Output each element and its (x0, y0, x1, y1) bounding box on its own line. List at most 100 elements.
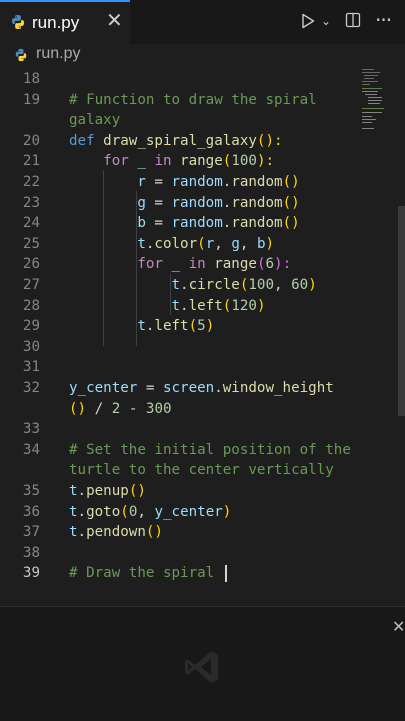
code-line[interactable]: 29 t.left(5) (0, 316, 360, 337)
code-token: for (69, 256, 172, 273)
code-text: t.circle(100, 60) (69, 275, 317, 296)
code-line[interactable]: 33 (0, 419, 360, 440)
code-token: _ (171, 256, 189, 273)
code-token: goto (86, 503, 121, 520)
line-number: 33 (22, 421, 40, 438)
line-number: 32 (22, 380, 40, 396)
code-token: t (69, 318, 146, 335)
code-token: range (214, 256, 257, 273)
code-line[interactable]: 18 (0, 69, 360, 90)
code-line[interactable]: 35 t.penup() (0, 481, 360, 502)
code-token: ) (265, 235, 275, 252)
code-token: t (69, 235, 146, 252)
code-token: g (231, 235, 240, 252)
code-text: () / 2 - 300 (69, 399, 172, 420)
code-text: galaxy (69, 110, 120, 131)
code-line[interactable]: 32 y_center = screen.window_height (0, 378, 360, 399)
line-number: 36 (22, 503, 40, 520)
code-text: t.left(5) (69, 316, 214, 337)
code-text: turtle to the center vertically (69, 460, 334, 481)
code-line[interactable]: 25 t.color(r, g, b) (0, 234, 360, 255)
code-token: 300 (145, 400, 172, 417)
code-text: r = random.random() (69, 172, 300, 193)
code-text: y_center = screen.window_height (69, 378, 334, 399)
tab-run-py[interactable]: run.py ✕ (0, 0, 130, 44)
code-token: r (69, 174, 155, 190)
code-token: () (128, 483, 146, 499)
code-line[interactable]: 22 r = random.random() (0, 172, 360, 193)
code-token: () (145, 524, 163, 541)
code-token: ( (120, 503, 129, 520)
code-token: random (231, 174, 283, 190)
code-token: ): (256, 153, 275, 170)
code-token: 2 (111, 400, 129, 417)
code-line[interactable]: 34 # Set the initial position of the (0, 440, 360, 461)
code-token: 60 (291, 277, 309, 293)
code-line[interactable]: 21 for _ in range(100): (0, 151, 360, 172)
line-number: 25 (22, 235, 40, 252)
code-text: # Set the initial position of the (69, 440, 351, 461)
code-line[interactable]: 36 t.goto(0, y_center) (0, 502, 360, 523)
code-line[interactable]: 20 def draw_spiral_galaxy(): (0, 131, 360, 152)
code-text: t.pendown() (69, 522, 163, 543)
code-text: t.penup() (69, 481, 146, 502)
code-token: ( (188, 318, 198, 335)
code-line[interactable]: 39 # Draw the spiral (0, 563, 360, 584)
vscode-logo-icon (185, 651, 218, 683)
code-token: . (214, 380, 223, 396)
code-token: draw_spiral_galaxy (103, 132, 257, 149)
more-actions-icon[interactable]: ··· (375, 8, 392, 32)
code-line[interactable]: 24 b = random.random() (0, 213, 360, 234)
line-number: 20 (22, 132, 40, 149)
code-line[interactable]: 23 g = random.random() (0, 193, 360, 214)
code-token: color (154, 235, 198, 252)
play-icon[interactable] (301, 13, 315, 29)
chevron-down-icon[interactable]: ⌄ (321, 14, 331, 28)
code-token: ) (205, 318, 215, 335)
code-line[interactable]: 37 t.pendown() (0, 522, 360, 543)
code-token: ): (274, 256, 292, 273)
code-text: t.left(120) (69, 296, 265, 317)
code-line[interactable]: 26 for _ in range(6): (0, 254, 360, 275)
code-token: , (137, 503, 155, 520)
code-line[interactable]: galaxy (0, 110, 360, 131)
code-token: galaxy (69, 112, 121, 129)
close-icon[interactable]: ✕ (392, 617, 405, 636)
code-token: = (154, 215, 172, 232)
line-number: 30 (22, 338, 40, 355)
line-number: 28 (22, 297, 40, 314)
split-editor-icon[interactable] (345, 12, 361, 28)
code-token: . (77, 503, 87, 520)
code-line[interactable]: 30 (0, 337, 360, 358)
code-token: y_center (69, 380, 146, 396)
python-file-icon (12, 15, 24, 29)
code-token: t (69, 483, 78, 499)
code-token: ) (256, 297, 266, 314)
vertical-scrollbar[interactable] (398, 206, 405, 416)
code-token: / (94, 400, 112, 417)
code-line[interactable]: 27 t.circle(100, 60) (0, 275, 360, 296)
code-token: () (282, 174, 300, 190)
code-token: # Function to draw the spiral (69, 91, 317, 108)
code-line[interactable]: turtle to the center vertically (0, 460, 360, 481)
code-token: () (282, 194, 300, 211)
code-token: , (239, 235, 257, 252)
code-line[interactable]: 31 (0, 357, 360, 378)
code-line[interactable]: 19 # Function to draw the spiral (0, 90, 360, 111)
code-line[interactable]: 38 (0, 543, 360, 564)
code-token: 120 (231, 297, 257, 314)
close-icon[interactable]: ✕ (106, 11, 123, 31)
code-text: g = random.random() (69, 193, 300, 214)
code-token: = (154, 174, 172, 190)
code-line[interactable]: () / 2 - 300 (0, 399, 360, 420)
code-token: ) (308, 277, 317, 293)
code-token: (): (256, 132, 283, 149)
line-number: 18 (22, 71, 40, 87)
code-token: g (69, 194, 155, 211)
minimap[interactable] (360, 68, 390, 148)
breadcrumb-file[interactable]: run.py (36, 45, 80, 63)
code-editor[interactable]: 18 19 # Function to draw the spiral galaxy 2… (0, 68, 360, 606)
code-token: - (128, 400, 146, 417)
tab-bar: run.py ✕ ⌄ ··· (0, 0, 405, 45)
code-line[interactable]: 28 t.left(120) (0, 296, 360, 317)
